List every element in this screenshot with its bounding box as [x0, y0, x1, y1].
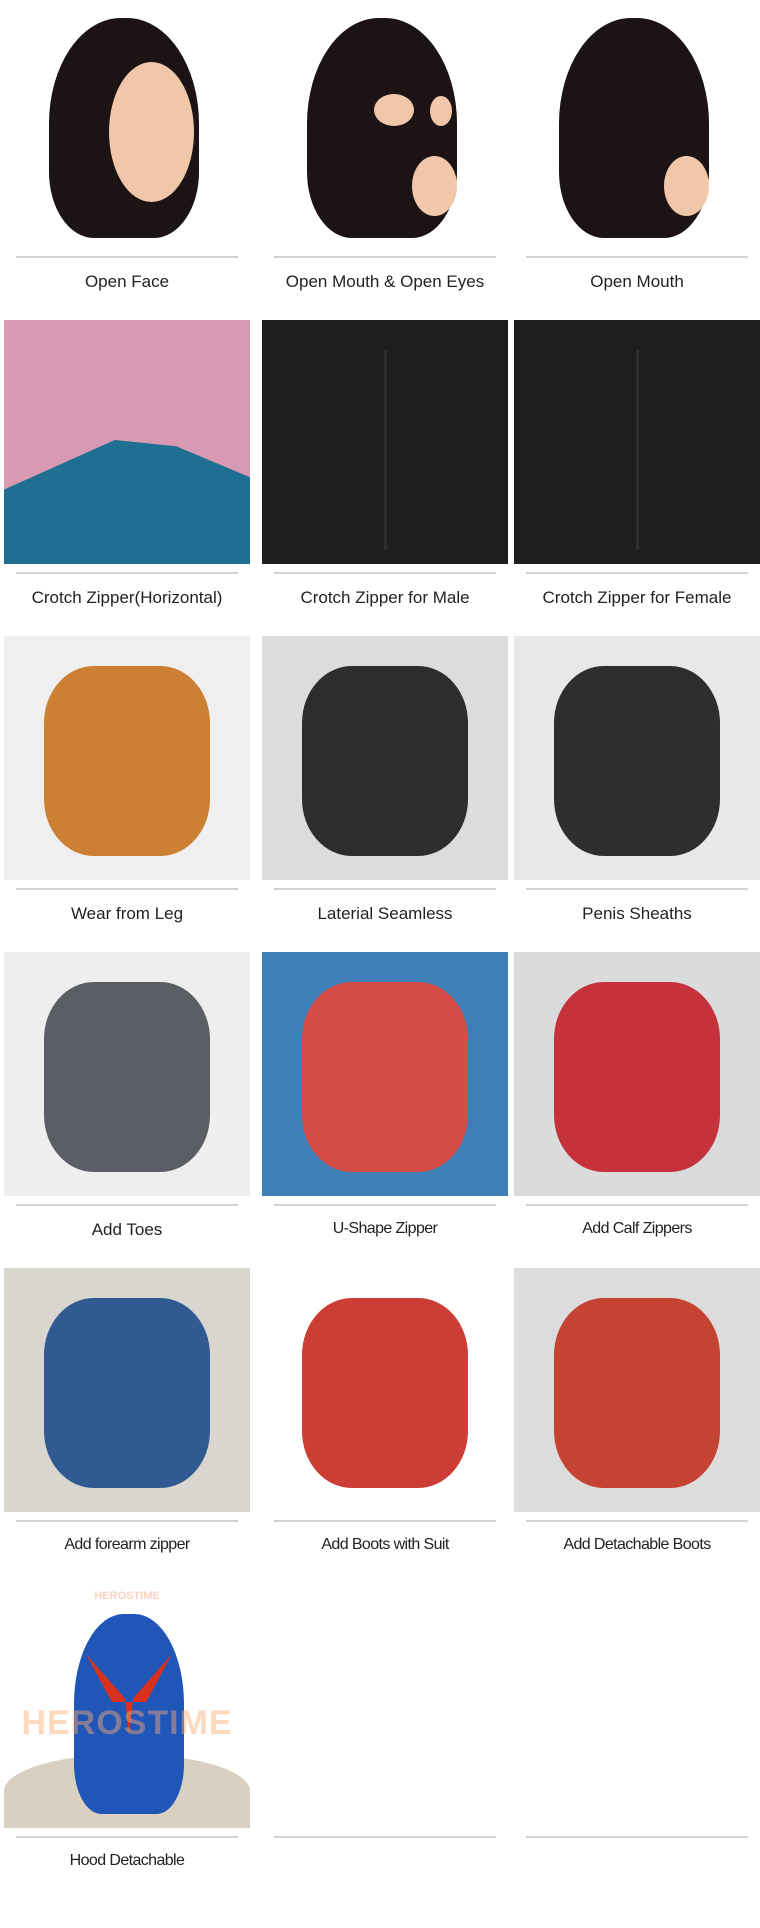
eye-opening: [374, 94, 414, 126]
product-shape: [44, 1298, 210, 1488]
option-card[interactable]: Crotch Zipper for Male: [262, 316, 508, 632]
option-caption: Crotch Zipper for Female: [542, 588, 732, 607]
product-shape: [554, 666, 720, 856]
option-caption: Open Mouth: [590, 272, 684, 291]
product-shape: [302, 666, 468, 856]
face-opening: [109, 62, 194, 202]
mouth-opening: [412, 156, 457, 216]
watermark-logo: HEROSTIME: [94, 1590, 160, 1602]
divider: [274, 888, 496, 890]
laterial-seamless-image: [262, 636, 508, 880]
hood-detachable-image: HEROSTIME HEROSTIME: [4, 1584, 250, 1828]
option-card[interactable]: HEROSTIME HEROSTIME Hood Detachable: [4, 1580, 250, 1896]
divider: [16, 1204, 238, 1206]
divider: [16, 256, 238, 258]
option-caption: U-Shape Zipper: [332, 1220, 438, 1237]
option-card[interactable]: Open Mouth: [514, 0, 760, 316]
add-boots-with-suit-image: [262, 1268, 508, 1512]
option-card[interactable]: Wear from Leg: [4, 632, 250, 948]
option-card[interactable]: Penis Sheaths: [514, 632, 760, 948]
option-caption: Open Mouth & Open Eyes: [285, 272, 485, 291]
add-toes-image: [4, 952, 250, 1196]
option-card[interactable]: Crotch Zipper(Horizontal): [4, 316, 250, 632]
option-card[interactable]: Add Detachable Boots: [514, 1264, 760, 1580]
option-caption: Penis Sheaths: [582, 904, 692, 923]
option-caption: Open Face: [84, 272, 170, 291]
option-caption: Crotch Zipper(Horizontal): [31, 588, 223, 607]
hood-open-mouth-image: [514, 4, 760, 248]
option-caption: Add Boots with Suit: [321, 1536, 449, 1553]
product-shape: [554, 982, 720, 1172]
option-card[interactable]: Crotch Zipper for Female: [514, 316, 760, 632]
crotch-zipper-female-image: [514, 320, 760, 564]
crotch-zipper-horizontal-image: [4, 320, 250, 564]
zipper-line: [384, 350, 387, 550]
option-card[interactable]: U-Shape Zipper: [262, 948, 508, 1264]
zipper-line: [636, 350, 639, 550]
option-caption: Wear from Leg: [70, 904, 184, 923]
mouth-opening: [664, 156, 709, 216]
option-caption: Add forearm zipper: [64, 1536, 190, 1553]
divider: [526, 1204, 748, 1206]
option-caption: Add Calf Zippers: [582, 1220, 692, 1237]
divider: [274, 1520, 496, 1522]
empty-option-card: [262, 1580, 508, 1896]
hood-open-face-image: [4, 4, 250, 248]
add-forearm-zipper-image: [4, 1268, 250, 1512]
product-shape: [302, 982, 468, 1172]
product-shape: [554, 1298, 720, 1488]
option-card[interactable]: Add forearm zipper: [4, 1264, 250, 1580]
option-card[interactable]: Add Boots with Suit: [262, 1264, 508, 1580]
option-card[interactable]: Open Face: [4, 0, 250, 316]
option-card[interactable]: Add Toes: [4, 948, 250, 1264]
divider: [274, 1836, 496, 1838]
penis-sheaths-image: [514, 636, 760, 880]
option-caption: Add Detachable Boots: [563, 1536, 711, 1553]
option-card[interactable]: Laterial Seamless: [262, 632, 508, 948]
option-caption: Hood Detachable: [69, 1852, 185, 1869]
divider: [526, 1520, 748, 1522]
divider: [526, 1836, 748, 1838]
divider: [526, 572, 748, 574]
divider: [274, 572, 496, 574]
option-caption: Laterial Seamless: [317, 904, 453, 923]
option-card[interactable]: Add Calf Zippers: [514, 948, 760, 1264]
add-detachable-boots-image: [514, 1268, 760, 1512]
product-shape: [302, 1298, 468, 1488]
eye-opening: [430, 96, 452, 126]
watermark-logo: HEROSTIME: [21, 1704, 233, 1742]
u-shape-zipper-image: [262, 952, 508, 1196]
divider: [16, 1836, 238, 1838]
hood-open-mouth-eyes-image: [262, 4, 508, 248]
crotch-zipper-male-image: [262, 320, 508, 564]
product-shape: [44, 666, 210, 856]
option-caption: Add Toes: [91, 1220, 163, 1239]
divider: [274, 1204, 496, 1206]
option-card[interactable]: Open Mouth & Open Eyes: [262, 0, 508, 316]
divider: [16, 572, 238, 574]
fabric-blue: [4, 440, 250, 564]
wear-from-leg-image: [4, 636, 250, 880]
divider: [16, 888, 238, 890]
divider: [526, 888, 748, 890]
empty-option-card: [514, 1580, 760, 1896]
product-shape: [44, 982, 210, 1172]
divider: [16, 1520, 238, 1522]
divider: [526, 256, 748, 258]
option-caption: Crotch Zipper for Male: [300, 588, 470, 607]
add-calf-zippers-image: [514, 952, 760, 1196]
divider: [274, 256, 496, 258]
